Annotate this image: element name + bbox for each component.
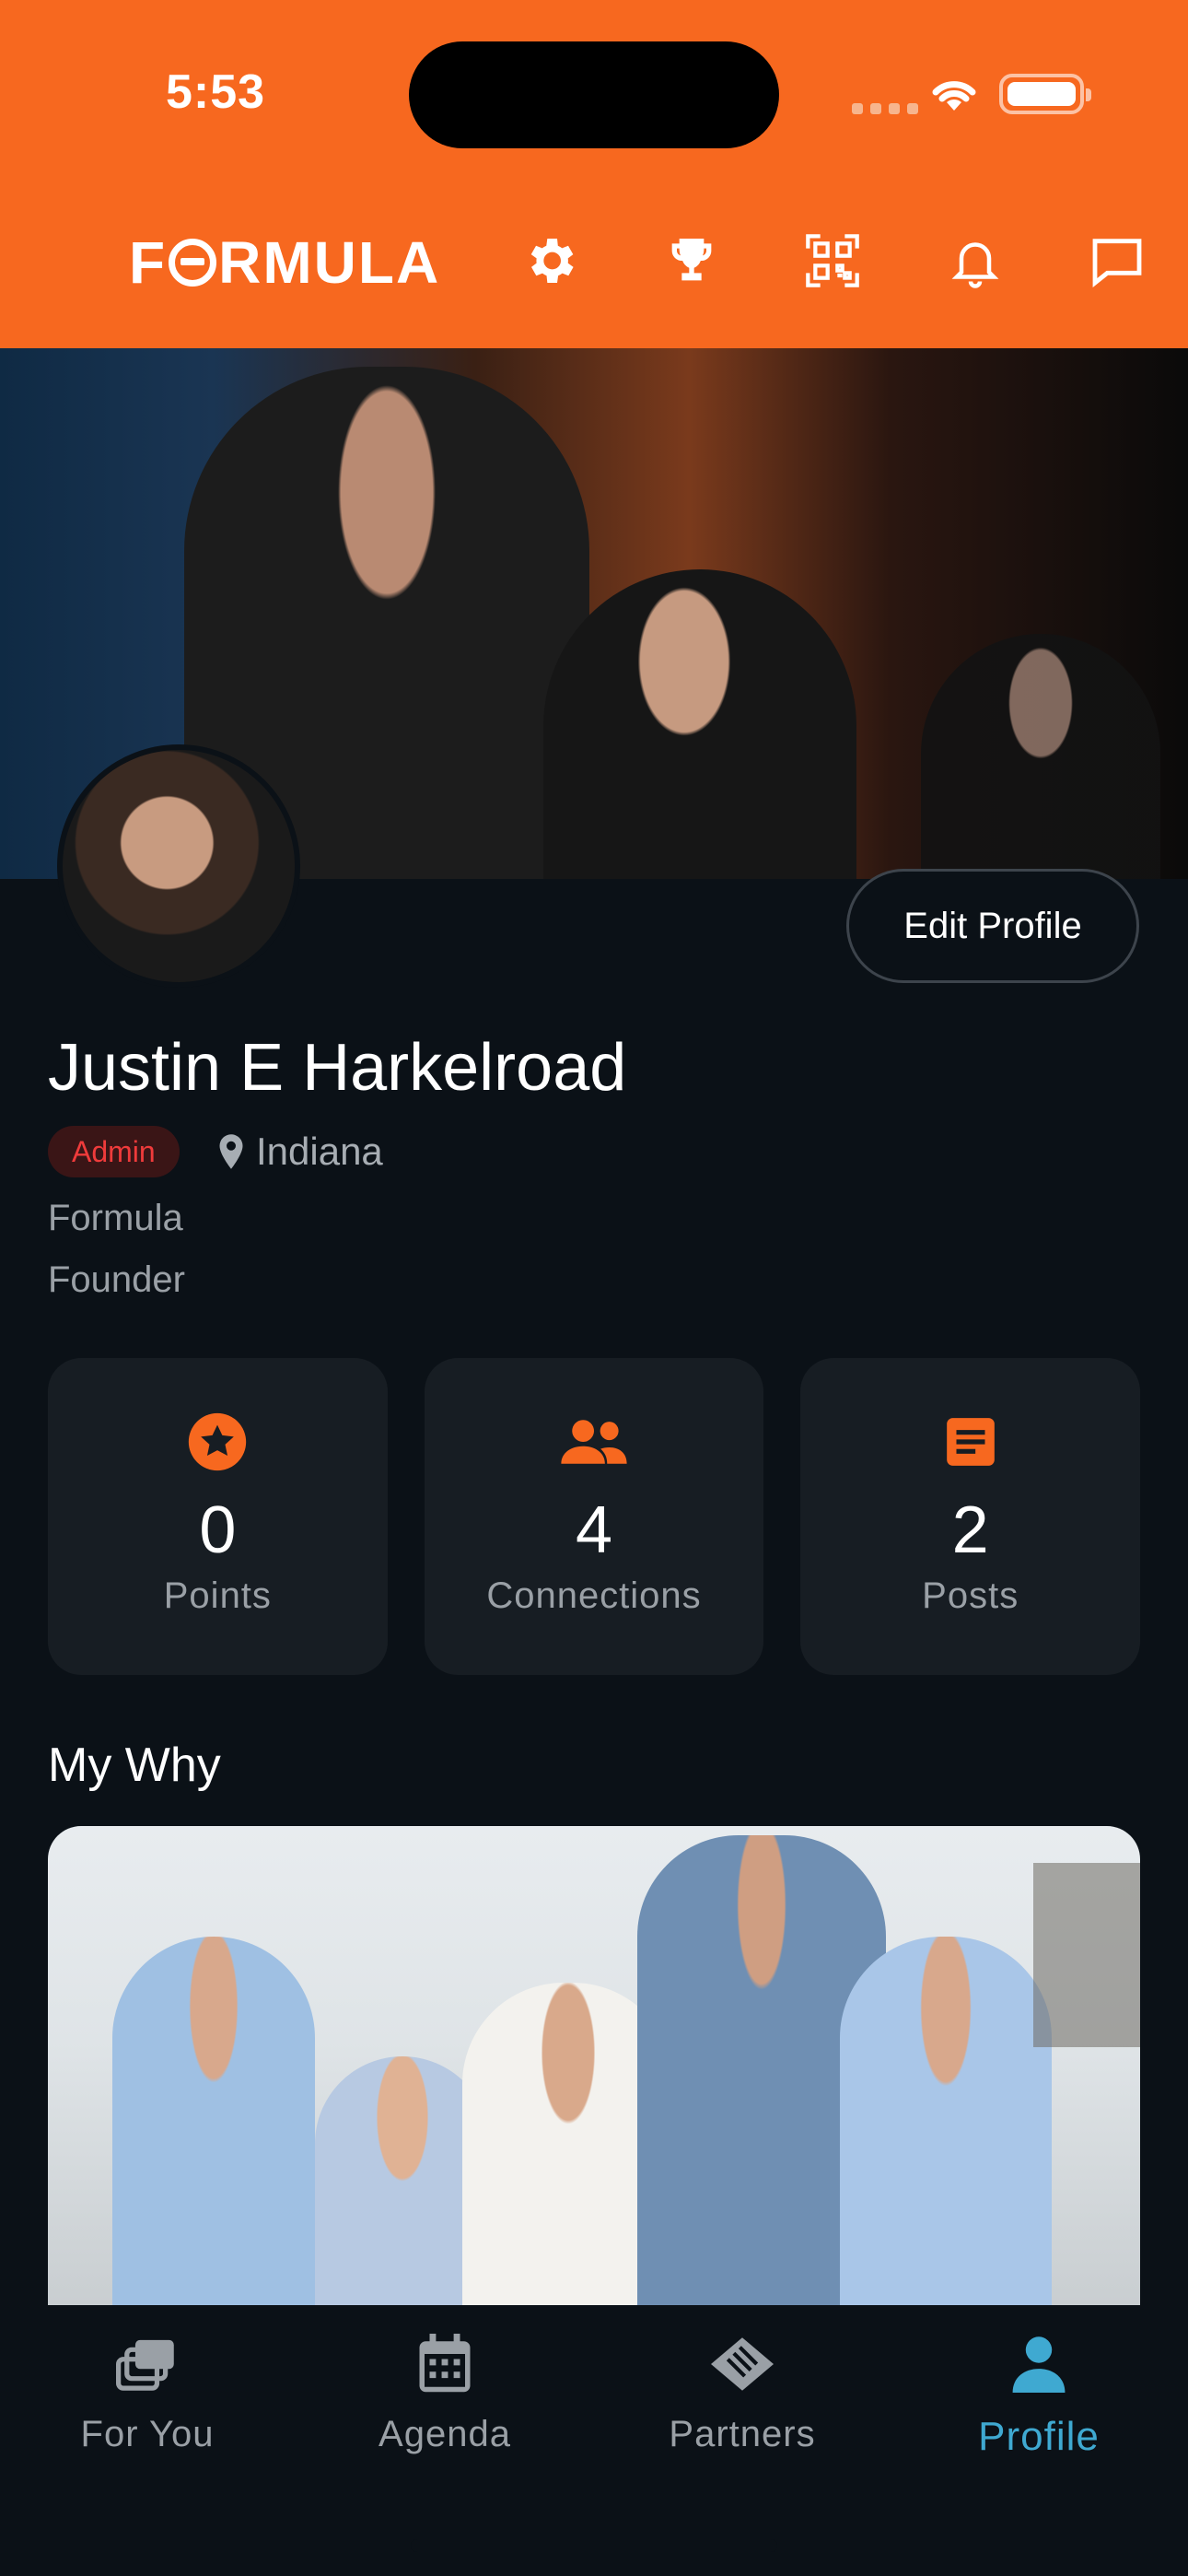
edit-profile-button[interactable]: Edit Profile <box>846 869 1139 983</box>
message-icon[interactable] <box>1085 228 1149 293</box>
formula-logo: F RMULA <box>129 229 441 296</box>
people-icon <box>559 1410 629 1474</box>
admin-badge: Admin <box>48 1126 180 1177</box>
status-time: 5:53 <box>166 65 266 119</box>
location: Indiana <box>217 1126 383 1177</box>
profile-title: Founder <box>48 1259 185 1300</box>
profile-company: Formula <box>48 1198 183 1238</box>
handshake-icon <box>711 2331 774 2397</box>
star-badge-icon <box>186 1410 249 1474</box>
location-text: Indiana <box>256 1130 383 1173</box>
tab-label: For You <box>80 2414 215 2454</box>
home-indicator <box>411 2539 777 2552</box>
location-pin-icon <box>219 1134 243 1169</box>
tab-for-you[interactable]: For You <box>0 2331 295 2455</box>
tab-label: Partners <box>669 2414 816 2454</box>
stat-label: Connections <box>486 1575 702 1616</box>
stat-card-points[interactable]: 0 Points <box>48 1358 388 1675</box>
for-you-icon <box>116 2331 179 2397</box>
logo-o-mark <box>169 239 217 287</box>
calendar-icon <box>416 2331 473 2397</box>
stats-row: 0 Points 4 Connections 2 Posts <box>48 1358 1141 1675</box>
tab-partners[interactable]: Partners <box>595 2331 890 2455</box>
tab-profile[interactable]: Profile <box>891 2331 1186 2460</box>
stat-value: 2 <box>951 1493 989 1567</box>
trophy-icon[interactable] <box>659 228 724 293</box>
wifi-icon <box>926 74 982 119</box>
profile-name: Justin E Harkelroad <box>48 1031 627 1105</box>
stat-value: 4 <box>575 1493 613 1567</box>
settings-icon[interactable] <box>518 228 582 293</box>
my-why-heading: My Why <box>48 1739 221 1792</box>
my-why-photo <box>48 1826 1140 2305</box>
tab-agenda[interactable]: Agenda <box>297 2331 592 2455</box>
profile-avatar[interactable] <box>57 744 300 988</box>
cellular-signal-icon <box>852 103 918 114</box>
stat-card-posts[interactable]: 2 Posts <box>800 1358 1141 1675</box>
stat-value: 0 <box>199 1493 237 1567</box>
document-icon <box>942 1410 999 1474</box>
tab-label: Profile <box>978 2414 1100 2459</box>
stat-label: Points <box>163 1575 272 1616</box>
stat-label: Posts <box>922 1575 1019 1616</box>
tab-label: Agenda <box>379 2414 511 2454</box>
qr-code-icon[interactable] <box>800 228 865 293</box>
stat-card-connections[interactable]: 4 Connections <box>424 1358 764 1675</box>
battery-icon <box>999 74 1091 114</box>
dynamic-island <box>409 41 779 148</box>
profile-icon <box>1012 2331 1066 2397</box>
bell-icon[interactable] <box>943 228 1007 293</box>
